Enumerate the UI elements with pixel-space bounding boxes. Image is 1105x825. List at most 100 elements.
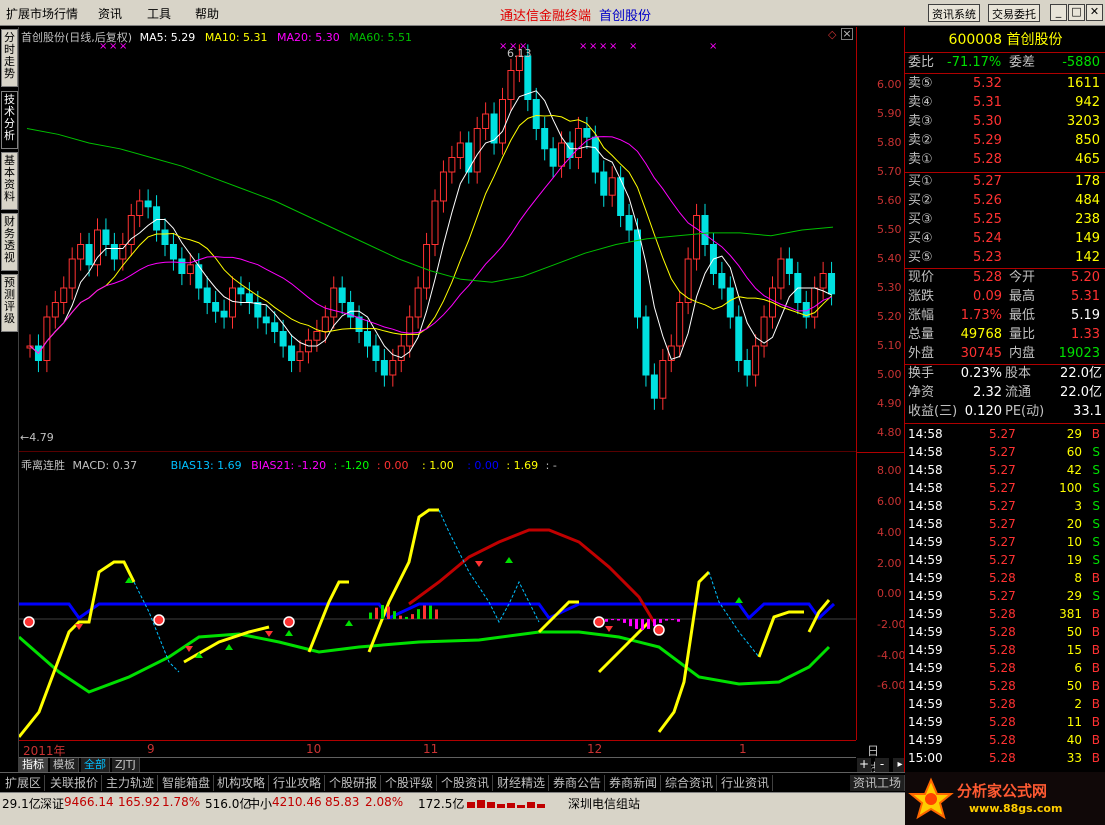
candle-body	[254, 302, 262, 318]
stat-label: 外盘	[908, 346, 935, 361]
tick-direction: B	[1091, 715, 1100, 729]
tab-news-factory[interactable]: 资讯工场	[850, 775, 906, 791]
zoom-out-icon[interactable]: -	[875, 758, 889, 772]
up-arrow-icon	[75, 624, 83, 630]
fund-label: 收益(三)	[908, 404, 958, 419]
tick-row[interactable]: 14:59 5.28 15 B	[905, 641, 1105, 659]
tick-row[interactable]: 14:59 5.28 50 B	[905, 677, 1105, 695]
app-window: 扩展市场行情 资讯 工具 帮助 通达信金融终端 首创股份 资讯系统 交易委托 _ …	[0, 0, 1105, 825]
tick-volume: 19	[1066, 553, 1082, 567]
order-volume: 178	[1075, 174, 1100, 189]
candle-body	[819, 273, 827, 289]
tab-stock-news[interactable]: 个股资讯	[438, 775, 494, 791]
chart-area[interactable]: 首创股份(日线,后复权) MA5: 5.29 MA10: 5.31 MA20: …	[19, 27, 856, 757]
signal-marker: ×	[99, 41, 107, 52]
tick-row[interactable]: 14:59 5.28 8 B	[905, 569, 1105, 587]
tick-volume: 10	[1066, 535, 1082, 549]
tab-inst-strategy[interactable]: 机构攻略	[214, 775, 270, 791]
red-hump-line	[408, 528, 656, 623]
time-axis: 2011年 9 10 11 12 1 日线	[19, 740, 879, 775]
quote-panel: 600008 首创股份 委比 -71.17% 委差 -5880 卖⑤ 5.32 16…	[904, 27, 1105, 772]
candle-body	[828, 273, 836, 295]
tab-related-quote[interactable]: 关联报价	[47, 775, 103, 791]
candle-body	[313, 331, 321, 341]
menu-extended-market[interactable]: 扩展市场行情	[6, 5, 78, 22]
tab-finance-select[interactable]: 财经精选	[494, 775, 550, 791]
tick-row[interactable]: 14:59 5.27 10 S	[905, 533, 1105, 551]
tab-indicator[interactable]: 指标	[19, 758, 48, 772]
news-system-button[interactable]: 资讯系统	[928, 4, 980, 22]
tab-technical[interactable]: 技术分析	[1, 91, 18, 149]
tab-template[interactable]: 模板	[50, 758, 79, 772]
candle-body	[456, 142, 464, 158]
candle-body	[591, 136, 599, 173]
tick-row[interactable]: 14:58 5.27 29 B	[905, 425, 1105, 443]
tab-stock-rating[interactable]: 个股评级	[382, 775, 438, 791]
sell-row: 卖④ 5.31 942	[905, 94, 1105, 112]
macd-bar	[369, 612, 372, 619]
status-amount-1: 516.0亿	[205, 797, 252, 811]
maximize-icon[interactable]: □	[1068, 4, 1085, 21]
y-tick: 5.60	[877, 194, 902, 207]
tab-general-news[interactable]: 综合资讯	[662, 775, 718, 791]
stat-value: 1.73%	[960, 308, 1002, 323]
tab-intraday[interactable]: 分时走势	[1, 29, 18, 87]
tab-smart-box[interactable]: 智能箱盘	[159, 775, 215, 791]
minimize-icon[interactable]: _	[1050, 4, 1067, 21]
order-level: 买③	[908, 212, 933, 227]
ind-y-tick: -6.00	[877, 679, 906, 692]
tick-price: 5.27	[989, 481, 1016, 495]
tick-price: 5.27	[989, 535, 1016, 549]
stat-row: 涨幅 1.73% 最低 5.19	[905, 307, 1105, 325]
tick-row[interactable]: 15:00 5.28 33 B	[905, 749, 1105, 767]
tab-ext-area[interactable]: 扩展区	[2, 775, 46, 791]
tick-price: 5.28	[989, 697, 1016, 711]
menu-tools[interactable]: 工具	[147, 5, 171, 22]
indicator-v5: : 1.69	[506, 459, 539, 472]
tick-row[interactable]: 14:58 5.27 60 S	[905, 443, 1105, 461]
tab-all[interactable]: 全部	[81, 758, 110, 772]
tick-direction: B	[1091, 643, 1100, 657]
zoom-in-icon[interactable]: +	[857, 758, 871, 772]
tick-row[interactable]: 14:59 5.28 11 B	[905, 713, 1105, 731]
server-name[interactable]: 深圳电信组站	[568, 795, 640, 812]
close-icon[interactable]: ✕	[1086, 4, 1103, 21]
tab-rating[interactable]: 预测评级	[1, 274, 18, 332]
signal-marker: ×	[709, 41, 717, 52]
stat-label: 总量	[908, 327, 935, 342]
tab-basic-info[interactable]: 基本资料	[1, 152, 18, 210]
tick-row[interactable]: 14:59 5.27 29 S	[905, 587, 1105, 605]
menu-news[interactable]: 资讯	[98, 5, 122, 22]
macd-bar	[629, 619, 632, 627]
tab-broker-news[interactable]: 券商新闻	[606, 775, 662, 791]
macd-bar	[623, 619, 626, 623]
tab-broker-notice[interactable]: 券商公告	[550, 775, 606, 791]
candle-body	[262, 316, 270, 324]
tab-industry-news[interactable]: 行业资讯	[718, 775, 774, 791]
tick-row[interactable]: 14:59 5.28 40 B	[905, 731, 1105, 749]
macd-label: MACD: 0.37	[72, 459, 138, 472]
order-volume: 3203	[1066, 114, 1100, 129]
tab-main-track[interactable]: 主力轨迹	[103, 775, 159, 791]
trade-order-button[interactable]: 交易委托	[988, 4, 1040, 22]
tick-row[interactable]: 14:59 5.27 19 S	[905, 551, 1105, 569]
fund-label: 换手	[908, 366, 935, 381]
tick-row[interactable]: 14:59 5.28 6 B	[905, 659, 1105, 677]
candle-body	[127, 215, 135, 245]
tick-row[interactable]: 14:59 5.28 2 B	[905, 695, 1105, 713]
ind-y-tick: 4.00	[877, 526, 902, 539]
order-price: 5.27	[973, 174, 1002, 189]
tick-row[interactable]: 14:58 5.27 42 S	[905, 461, 1105, 479]
tab-financial[interactable]: 财务透视	[1, 213, 18, 271]
tab-industry-strategy[interactable]: 行业攻略	[270, 775, 326, 791]
tick-price: 5.28	[989, 661, 1016, 675]
tick-row[interactable]: 14:58 5.27 100 S	[905, 479, 1105, 497]
menu-help[interactable]: 帮助	[195, 5, 219, 22]
tick-row[interactable]: 14:59 5.28 381 B	[905, 605, 1105, 623]
tab-zjtj[interactable]: ZJTJ	[112, 758, 140, 772]
tick-row[interactable]: 14:59 5.28 50 B	[905, 623, 1105, 641]
candle-body	[271, 322, 279, 332]
tick-row[interactable]: 14:58 5.27 3 S	[905, 497, 1105, 515]
tab-stock-research[interactable]: 个股研报	[326, 775, 382, 791]
tick-row[interactable]: 14:58 5.27 20 S	[905, 515, 1105, 533]
